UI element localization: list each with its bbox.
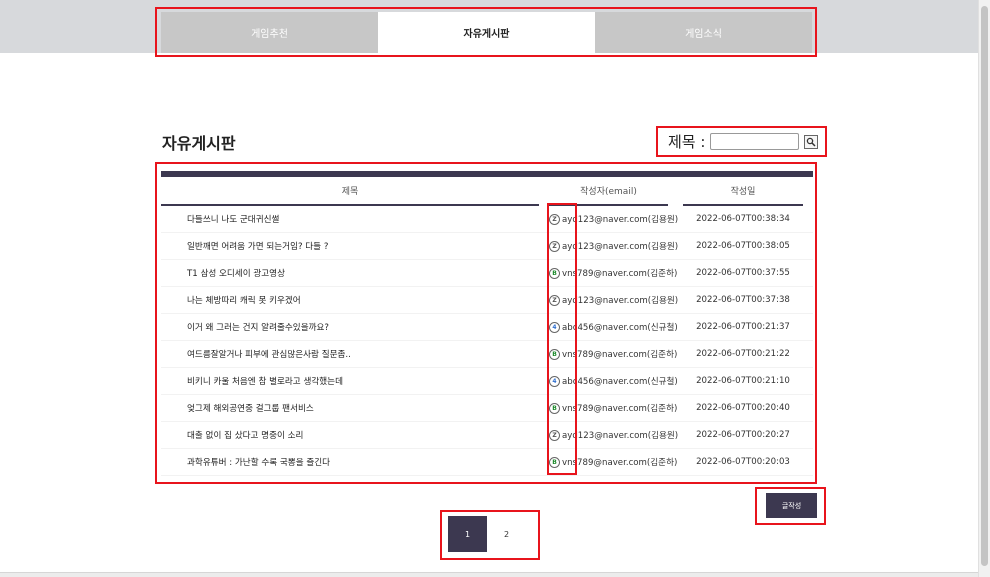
post-author: Bvns789@naver.com(김준하): [549, 348, 683, 360]
search-input[interactable]: [710, 133, 800, 150]
post-title[interactable]: 대출 없이 집 샀다고 명중이 소리: [161, 429, 539, 441]
table-row[interactable]: 일반깨면 어려움 가면 되는거임? 다들 ? Zayd123@naver.com(…: [161, 233, 813, 260]
page-1-button[interactable]: 1: [448, 516, 487, 552]
table-row[interactable]: T1 삼성 오디세이 광고영상 Bvns789@naver.com(김준하) 202…: [161, 260, 813, 287]
post-author: 4 abc456@naver.com(신규철): [549, 375, 683, 387]
search-bar: 제목 :: [668, 131, 819, 152]
author-avatar-icon: B: [549, 348, 560, 360]
post-title[interactable]: 나는 체방따리 캐릭 못 키우겠어: [161, 294, 539, 306]
author-email: ayd123@naver.com(김용원): [562, 431, 679, 441]
author-avatar-icon: B: [549, 267, 560, 279]
bottom-edge: [0, 572, 978, 577]
header-date: 작성일: [683, 177, 803, 206]
search-button[interactable]: [804, 134, 819, 149]
page-2-button[interactable]: 2: [487, 516, 526, 552]
author-avatar-icon: 4: [549, 375, 560, 387]
post-date: 2022-06-07T00:21:10: [696, 376, 790, 386]
table-row[interactable]: 과학유튜버 : 가난할 수록 국뽕을 즐긴다 Bvns789@naver.com(…: [161, 449, 813, 476]
table-row[interactable]: 나는 체방따리 캐릭 못 키우겠어 Zayd123@naver.com(김용원) 2…: [161, 287, 813, 314]
table-row[interactable]: 이거 왜 그러는 건지 알려줄수있을까요? 4 abc456@naver.com(신…: [161, 314, 813, 341]
post-author: Bvns789@naver.com(김준하): [549, 456, 683, 468]
post-author: 4 abc456@naver.com(신규철): [549, 321, 683, 333]
author-email: vns789@naver.com(김준하): [562, 404, 678, 414]
header-author: 작성자(email): [549, 177, 668, 206]
table-row[interactable]: 대출 없이 집 샀다고 명중이 소리 Zayd123@naver.com(김용원)…: [161, 422, 813, 449]
author-avatar-icon: B: [549, 402, 560, 414]
post-title[interactable]: 다들쓰니 나도 군대귀신썰: [161, 213, 539, 225]
post-date: 2022-06-07T00:20:27: [696, 430, 790, 440]
author-email: ayd123@naver.com(김용원): [562, 215, 679, 225]
table-row[interactable]: 엊그제 해외공연중 걸그룹 팬서비스 Bvns789@naver.com(김준하)…: [161, 395, 813, 422]
post-title[interactable]: 과학유튜버 : 가난할 수록 국뽕을 즐긴다: [161, 456, 539, 468]
table-row[interactable]: 비키니 카울 처음엔 참 별로라고 생각했는데 4 abc456@naver.com…: [161, 368, 813, 395]
table-row[interactable]: 여드름잘알거나 피부에 관심많은사람 질문좀.. Bvns789@naver.co…: [161, 341, 813, 368]
author-avatar-icon: 4: [549, 321, 560, 333]
post-date: 2022-06-07T00:21:37: [696, 322, 790, 332]
header-title: 제목: [161, 177, 539, 206]
post-author: Zayd123@naver.com(김용원): [549, 294, 683, 306]
post-author: Zayd123@naver.com(김용원): [549, 429, 683, 441]
post-title[interactable]: 일반깨면 어려움 가면 되는거임? 다들 ?: [161, 240, 539, 252]
table-header: 제목 작성자(email) 작성일: [161, 177, 813, 206]
tab-free-board[interactable]: 자유게시판: [378, 12, 595, 53]
post-date: 2022-06-07T00:37:38: [696, 295, 790, 305]
author-email: abc456@naver.com(신규철): [562, 377, 678, 387]
post-date: 2022-06-07T00:20:40: [696, 403, 790, 413]
author-email: abc456@naver.com(신규철): [562, 323, 678, 333]
author-avatar-icon: Z: [549, 429, 560, 441]
author-avatar-icon: Z: [549, 294, 560, 306]
author-avatar-icon: Z: [549, 213, 560, 225]
table-body: 다들쓰니 나도 군대귀신썰 Zayd123@naver.com(김용원) 2022-…: [161, 206, 813, 476]
vertical-scrollbar[interactable]: [978, 0, 990, 577]
post-author: Bvns789@naver.com(김준하): [549, 267, 683, 279]
author-email: ayd123@naver.com(김용원): [562, 242, 679, 252]
author-email: vns789@naver.com(김준하): [562, 458, 678, 468]
author-avatar-icon: Z: [549, 240, 560, 252]
post-title[interactable]: T1 삼성 오디세이 광고영상: [161, 267, 539, 279]
search-label: 제목 :: [668, 133, 706, 151]
author-email: ayd123@naver.com(김용원): [562, 296, 679, 306]
post-author: Zayd123@naver.com(김용원): [549, 213, 683, 225]
post-title[interactable]: 이거 왜 그러는 건지 알려줄수있을까요?: [161, 321, 539, 333]
tab-game-news[interactable]: 게임소식: [595, 12, 812, 53]
search-icon: [807, 137, 816, 147]
author-email: vns789@naver.com(김준하): [562, 350, 678, 360]
post-title[interactable]: 엊그제 해외공연중 걸그룹 팬서비스: [161, 402, 539, 414]
category-tabs: 게임추천 자유게시판 게임소식: [161, 12, 812, 53]
tab-game-recommend[interactable]: 게임추천: [161, 12, 378, 53]
post-date: 2022-06-07T00:20:03: [696, 457, 790, 467]
author-email: vns789@naver.com(김준하): [562, 269, 678, 279]
scrollbar-thumb[interactable]: [981, 6, 988, 566]
post-date: 2022-06-07T00:21:22: [696, 349, 790, 359]
post-table: 제목 작성자(email) 작성일 다들쓰니 나도 군대귀신썰 Zayd123@n…: [161, 171, 813, 476]
post-date: 2022-06-07T00:38:05: [696, 241, 790, 251]
pagination: 1 2: [448, 516, 526, 552]
post-author: Zayd123@naver.com(김용원): [549, 240, 683, 252]
post-date: 2022-06-07T00:37:55: [696, 268, 790, 278]
author-avatar-icon: B: [549, 456, 560, 468]
post-title[interactable]: 비키니 카울 처음엔 참 별로라고 생각했는데: [161, 375, 539, 387]
post-title[interactable]: 여드름잘알거나 피부에 관심많은사람 질문좀..: [161, 348, 539, 360]
table-row[interactable]: 다들쓰니 나도 군대귀신썰 Zayd123@naver.com(김용원) 2022-…: [161, 206, 813, 233]
post-date: 2022-06-07T00:38:34: [696, 214, 790, 224]
post-author: Bvns789@naver.com(김준하): [549, 402, 683, 414]
page-title: 자유게시판: [162, 134, 236, 153]
write-post-button[interactable]: 글작성: [766, 493, 817, 518]
